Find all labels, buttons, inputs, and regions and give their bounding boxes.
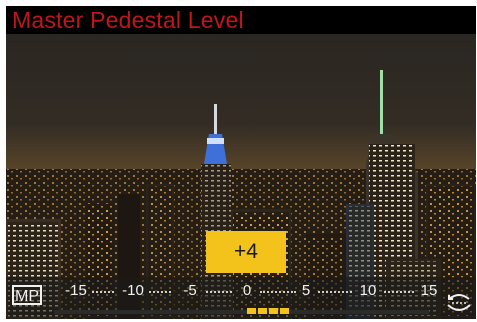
camera-screen: Master Pedestal Level +4 MP -15 -10 -5 0…: [6, 6, 476, 319]
scale-dots: [206, 291, 232, 295]
level-segment: [258, 308, 267, 314]
scale-tick-label: -5: [183, 282, 197, 299]
level-segment: [280, 308, 289, 314]
level-segment: [269, 308, 278, 314]
scale-dots: [92, 291, 114, 295]
level-segment: [247, 308, 256, 314]
scale-tick-label: 0: [242, 282, 252, 299]
scale-tick-label: -15: [65, 282, 87, 299]
screen-title: Master Pedestal Level: [12, 7, 244, 33]
scale-track: [54, 310, 429, 314]
current-value: +4: [234, 240, 258, 263]
badge-label: MP: [15, 288, 39, 305]
scale-dots: [384, 291, 414, 295]
scale-tick-label: 5: [301, 282, 311, 299]
title-bar: Master Pedestal Level: [6, 6, 476, 34]
rear-dial-icon: [447, 294, 471, 311]
scale-tick-label: 15: [420, 282, 438, 299]
scale-tick-label: 10: [359, 282, 377, 299]
master-pedestal-badge: MP: [12, 285, 42, 305]
scale-dots: [318, 291, 352, 295]
scale-dots: [260, 291, 296, 295]
adjustment-scale[interactable]: MP -15 -10 -5 0 5 10 15: [6, 277, 476, 319]
scale-tick-label: -10: [122, 282, 144, 299]
current-value-box: +4: [206, 231, 286, 273]
scale-dots: [149, 291, 171, 295]
